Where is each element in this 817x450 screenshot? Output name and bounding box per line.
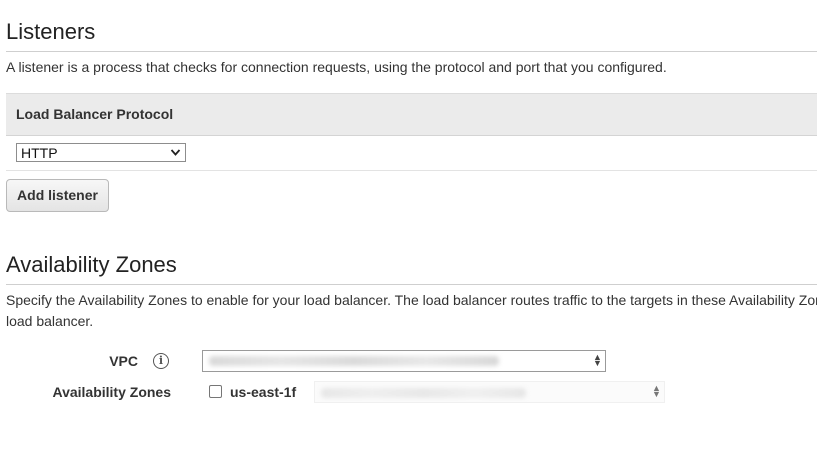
listeners-table-row-divider <box>6 170 817 171</box>
listeners-divider <box>6 51 817 52</box>
availability-zones-divider <box>6 284 817 285</box>
listeners-table-header: Load Balancer Protocol <box>6 93 817 136</box>
subnet-value-redacted <box>321 388 526 398</box>
availability-zones-description-cont: load balancer. <box>6 313 94 329</box>
vpc-select[interactable]: ▲ ▼ <box>202 350 606 372</box>
add-listener-button[interactable]: Add listener <box>6 179 109 212</box>
protocol-select-value: HTTP <box>21 145 58 161</box>
protocol-select[interactable]: HTTP <box>16 143 186 162</box>
listeners-title: Listeners <box>6 19 96 44</box>
availability-zones-description: Specify the Availability Zones to enable… <box>6 292 817 308</box>
vpc-value-redacted <box>209 356 499 366</box>
listeners-description: A listener is a process that checks for … <box>6 59 667 75</box>
availability-zones-title: Availability Zones <box>6 252 177 277</box>
availability-zones-label: Availability Zones <box>52 384 171 400</box>
select-updown-icon: ▲ ▼ <box>652 383 661 399</box>
zone-checkbox-us-east-1f[interactable] <box>209 385 222 398</box>
vpc-label: VPC <box>109 353 138 369</box>
select-updown-icon: ▲ ▼ <box>593 352 602 368</box>
chevron-down-icon <box>170 144 181 164</box>
subnet-select-us-east-1f[interactable]: ▲ ▼ <box>314 381 665 403</box>
chevron-down-icon-svg <box>170 149 181 156</box>
page: Listeners A listener is a process that c… <box>0 0 817 450</box>
column-header-protocol: Load Balancer Protocol <box>16 106 174 122</box>
info-icon[interactable]: i <box>153 353 169 369</box>
zone-name-us-east-1f: us-east-1f <box>230 384 297 400</box>
